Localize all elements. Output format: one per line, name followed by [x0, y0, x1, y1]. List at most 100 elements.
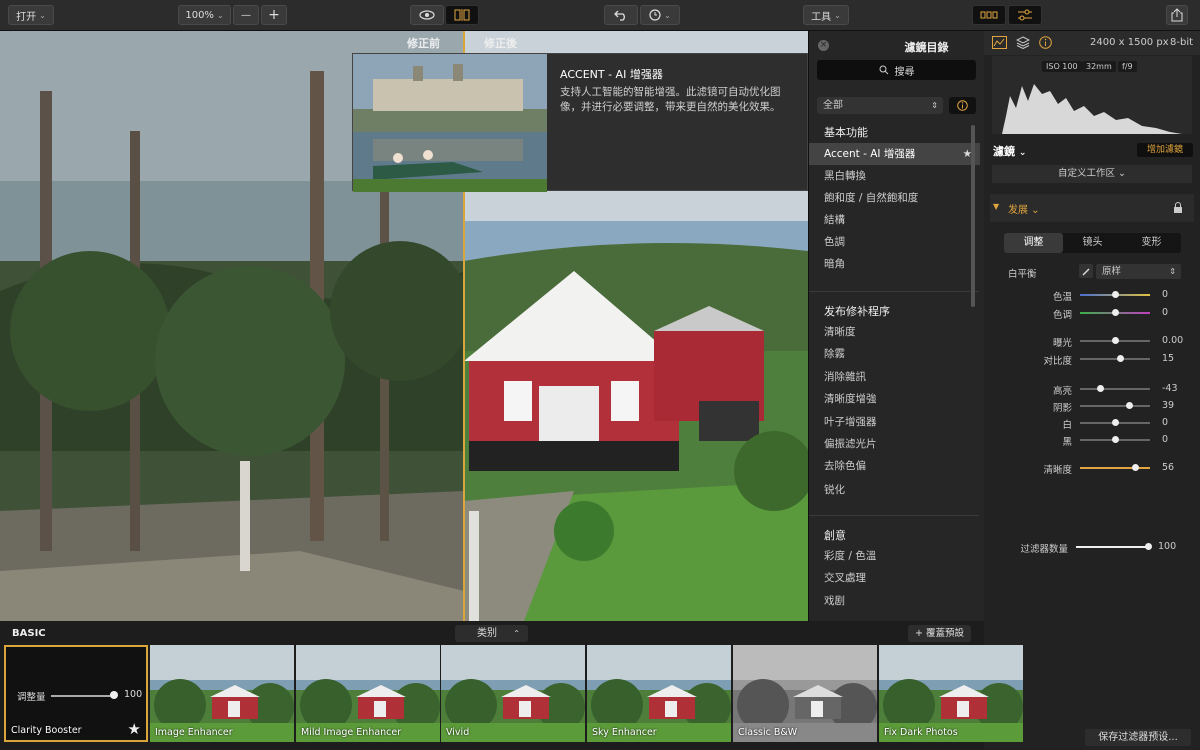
catalog-item[interactable]: 锐化: [809, 479, 980, 501]
filter-amount-slider[interactable]: [1076, 543, 1152, 550]
open-button[interactable]: 打开 ⌄: [8, 5, 54, 25]
slider-knob[interactable]: [1112, 337, 1119, 344]
catalog-filter-select[interactable]: 全部 ⇕: [817, 97, 943, 114]
add-preset-button[interactable]: + 覆蓋預設: [908, 625, 971, 642]
preset-thumbnail[interactable]: Image Enhancer: [150, 645, 294, 742]
preset-amount-slider[interactable]: [51, 695, 115, 697]
catalog-item[interactable]: 偏振滤光片: [809, 433, 980, 455]
tooltip-preview-image: [353, 54, 547, 192]
workspace-select[interactable]: 自定义工作区 ⌄: [992, 165, 1192, 183]
catalog-item[interactable]: 清晰度增強: [809, 388, 980, 410]
presets-view-button[interactable]: [972, 5, 1006, 25]
catalog-item[interactable]: 除霧: [809, 343, 980, 365]
adjustment-slider[interactable]: [1080, 385, 1150, 392]
undo-button[interactable]: [604, 5, 638, 25]
zoom-out-button[interactable]: —: [233, 5, 259, 25]
catalog-item[interactable]: 戏剧: [809, 590, 980, 612]
preset-thumbnail[interactable]: Vivid: [441, 645, 585, 742]
slider-label: 色温: [1052, 292, 1072, 303]
catalog-item[interactable]: 飽和度 / 自然飽和度: [809, 187, 980, 209]
tab-adjust[interactable]: 调整: [1004, 233, 1063, 253]
search-icon: [879, 65, 888, 75]
catalog-item[interactable]: 結構: [809, 209, 980, 231]
slider-knob[interactable]: [1112, 309, 1119, 316]
collapse-arrow-icon: ▼: [993, 202, 1000, 211]
tools-label: 工具: [811, 11, 832, 23]
zoom-value: 100%: [185, 9, 214, 21]
right-panel-header: 2400 x 1500 px 8-bit: [984, 31, 1200, 55]
slider-knob[interactable]: [1145, 543, 1152, 550]
save-filter-preset-button[interactable]: 保存过滤器预设...: [1085, 729, 1191, 746]
adjustment-slider[interactable]: [1080, 419, 1150, 426]
chevron-updown-icon: ⇕: [1169, 267, 1176, 276]
tools-button[interactable]: 工具 ⌄: [803, 5, 849, 25]
slider-knob[interactable]: [1112, 436, 1119, 443]
catalog-item[interactable]: 清晰度: [809, 321, 980, 343]
adjustment-slider[interactable]: [1080, 402, 1150, 409]
slider-knob[interactable]: [1131, 464, 1139, 471]
adjustment-slider[interactable]: [1080, 291, 1150, 298]
preview-toggle-button[interactable]: [410, 5, 444, 25]
history-button[interactable]: ⌄: [640, 5, 680, 25]
develop-filter-header[interactable]: ▼ 发展 ⌄: [990, 194, 1194, 222]
star-icon[interactable]: ★: [128, 720, 141, 738]
catalog-item[interactable]: 黑白轉換: [809, 165, 980, 187]
catalog-search-input[interactable]: 搜尋: [817, 60, 976, 80]
adjustment-slider[interactable]: [1080, 355, 1150, 362]
adjustment-slider[interactable]: [1080, 309, 1150, 316]
catalog-scrollbar[interactable]: [971, 125, 975, 307]
white-balance-select[interactable]: 原样 ⇕: [1096, 264, 1181, 279]
catalog-item[interactable]: 色調: [809, 231, 980, 253]
catalog-item[interactable]: 彩度 / 色溫: [809, 545, 980, 567]
slider-value: 39: [1162, 400, 1175, 411]
adjustment-slider[interactable]: [1080, 337, 1150, 344]
tab-lens[interactable]: 镜头: [1063, 233, 1122, 253]
slider-knob[interactable]: [1117, 355, 1125, 362]
section-divider: [809, 291, 979, 292]
slider-knob[interactable]: [1112, 419, 1119, 426]
catalog-item[interactable]: 去除色偏: [809, 455, 980, 477]
preset-name: Fix Dark Photos: [884, 727, 958, 738]
preset-thumbnail[interactable]: Fix Dark Photos: [879, 645, 1023, 742]
eyedropper-button[interactable]: [1079, 264, 1093, 278]
zoom-in-button[interactable]: +: [261, 5, 287, 25]
zoom-select[interactable]: 100% ⌄: [178, 5, 231, 25]
slider-knob[interactable]: [1125, 402, 1133, 409]
chevron-down-icon: ⌄: [1018, 148, 1027, 158]
layers-icon[interactable]: [1016, 36, 1030, 49]
slider-knob[interactable]: [110, 691, 118, 699]
lock-icon[interactable]: [1173, 202, 1183, 214]
adjustment-slider[interactable]: [1080, 464, 1150, 471]
histogram-icon[interactable]: [992, 36, 1007, 49]
catalog-item[interactable]: 消除雜訊: [809, 366, 980, 388]
split-view-button[interactable]: [445, 5, 479, 25]
filters-title[interactable]: 濾鏡 ⌄: [993, 143, 1026, 159]
adjustment-slider[interactable]: [1080, 436, 1150, 443]
slider-value: 0: [1162, 289, 1169, 300]
chevron-updown-icon: ⇕: [931, 101, 938, 110]
catalog-item[interactable]: 叶子增强器: [809, 411, 980, 433]
slider-knob[interactable]: [1112, 291, 1119, 298]
chevron-up-icon: ⌃: [513, 629, 520, 638]
slider-knob[interactable]: [1096, 385, 1104, 392]
tab-transform[interactable]: 变形: [1122, 233, 1181, 253]
catalog-item[interactable]: 交叉處理: [809, 567, 980, 589]
preset-thumbnail[interactable]: 调整量 100 ★ Clarity Booster: [4, 645, 148, 742]
slider-value: 56: [1162, 462, 1175, 473]
slider-label: 高亮: [1052, 386, 1072, 397]
info-button[interactable]: [949, 97, 976, 114]
add-filter-button[interactable]: 增加濾鏡: [1137, 143, 1193, 157]
minus-icon: —: [241, 9, 251, 21]
slider-value: 0.00: [1162, 335, 1184, 346]
preset-category-label: BASIC: [12, 628, 46, 639]
preset-thumbnail[interactable]: Mild Image Enhancer: [296, 645, 440, 742]
adjustments-view-button[interactable]: [1008, 5, 1042, 25]
preset-thumbnail[interactable]: Sky Enhancer: [587, 645, 731, 742]
catalog-item-accent-ai[interactable]: Accent - AI 增强器 ★: [809, 143, 980, 165]
share-button[interactable]: [1166, 5, 1188, 25]
info-icon[interactable]: [1039, 36, 1052, 49]
catalog-item[interactable]: 暗角: [809, 253, 980, 275]
preset-category-select[interactable]: 类别 ⌃: [455, 625, 528, 642]
develop-title-text: 发展: [1008, 205, 1028, 216]
preset-thumbnail[interactable]: Classic B&W: [733, 645, 877, 742]
